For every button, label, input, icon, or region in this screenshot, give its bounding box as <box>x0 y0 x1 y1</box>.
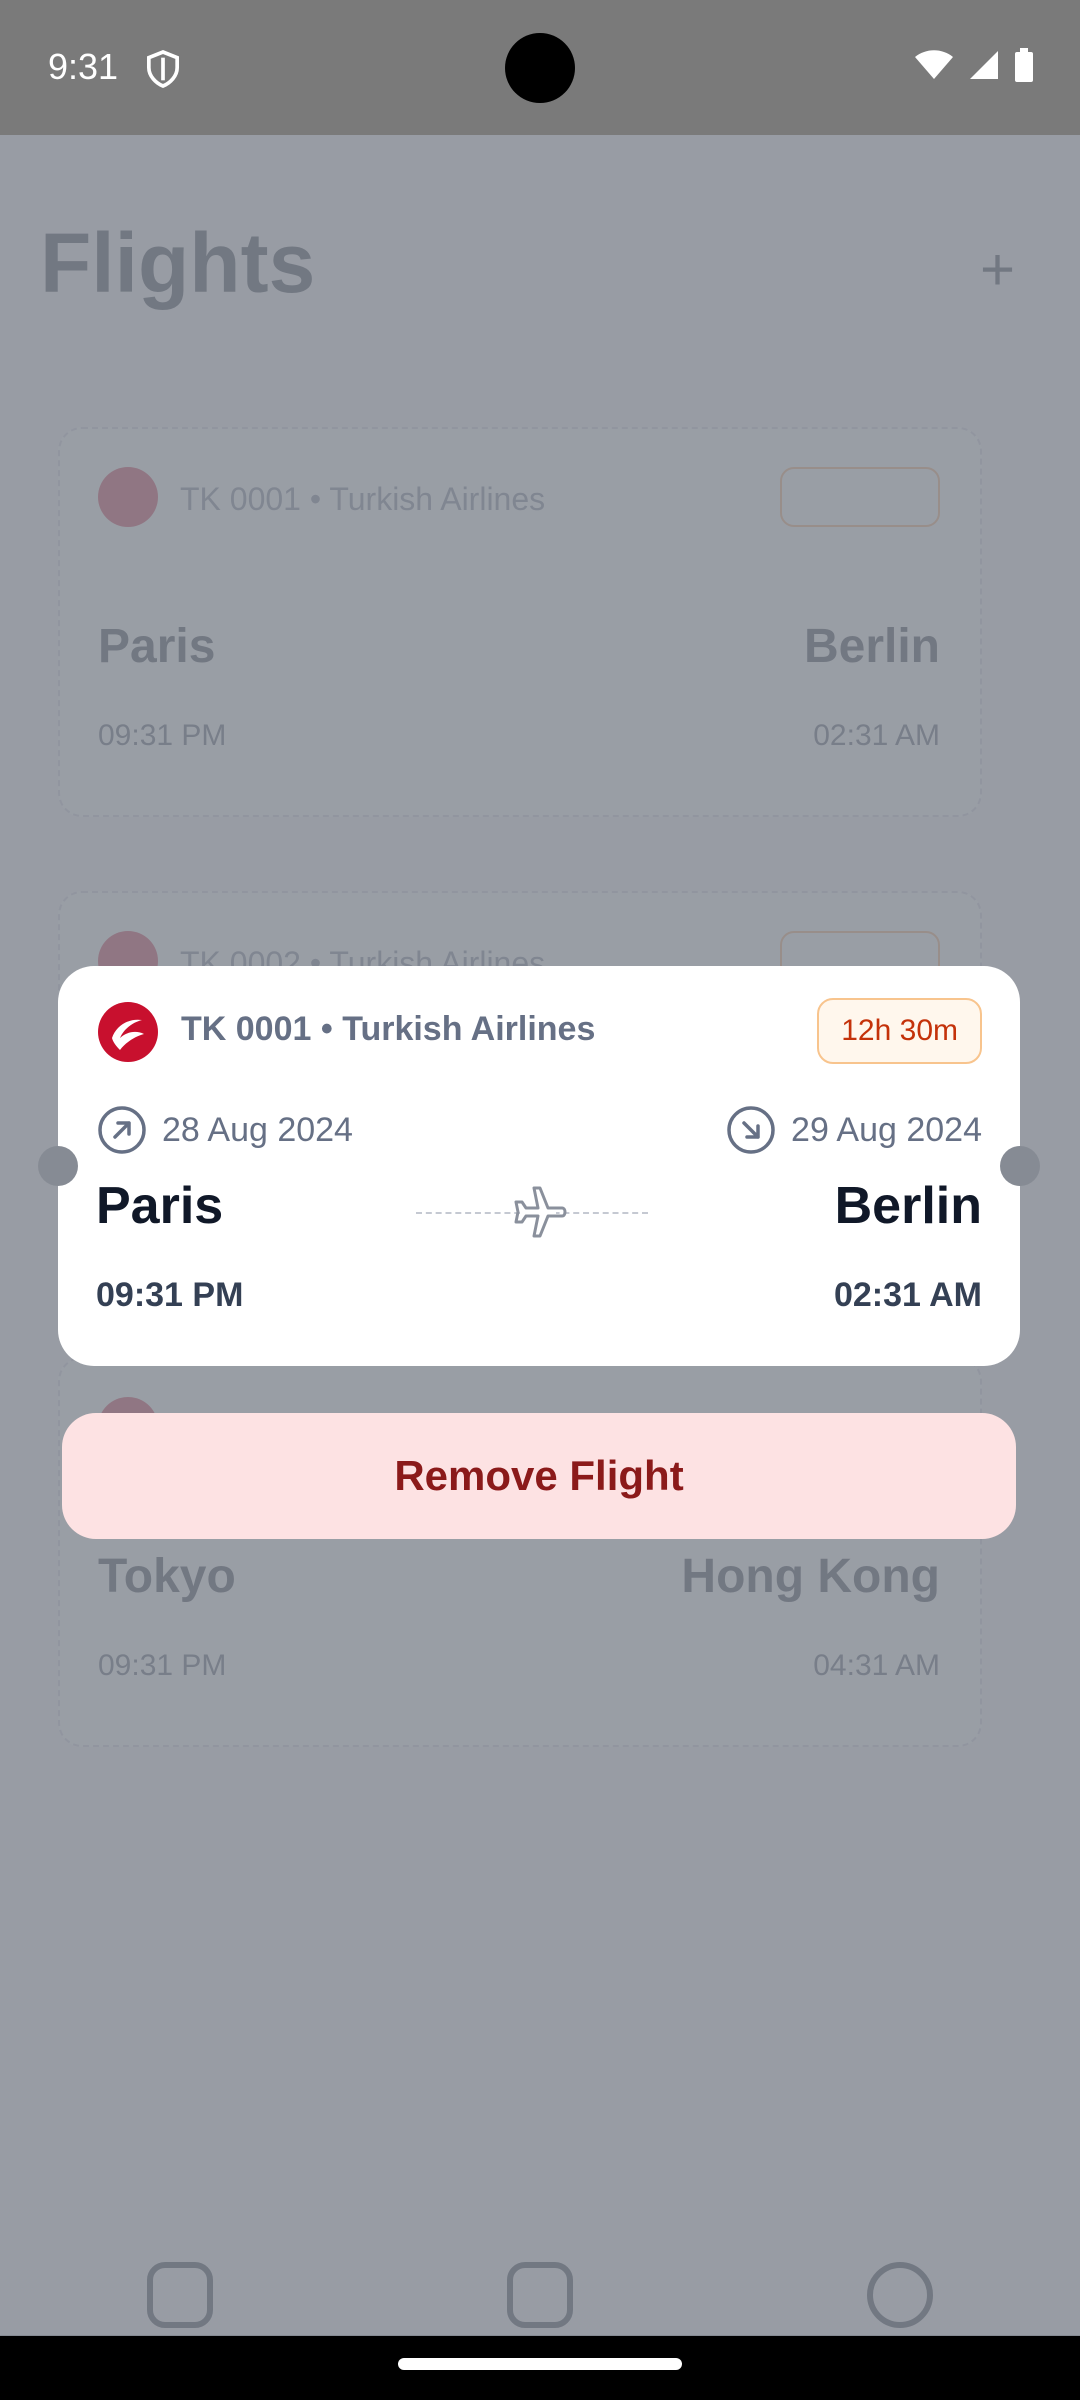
arrival-time: 02:31 AM <box>833 1276 982 1314</box>
status-icons <box>914 48 1034 82</box>
home-gesture-handle[interactable] <box>398 2358 682 2370</box>
departure-date-row: 28 Aug 2024 <box>96 1104 353 1156</box>
camera-cutout <box>505 33 575 103</box>
airplane-icon <box>514 1186 567 1238</box>
remove-flight-button[interactable]: Remove Flight <box>62 1413 1016 1539</box>
wifi-icon <box>915 50 953 79</box>
from-city: Paris <box>96 1177 224 1235</box>
duration-badge: 12h 30m <box>817 998 982 1064</box>
shield-icon <box>146 50 180 88</box>
airline-logo-icon <box>98 1002 158 1062</box>
status-bar: 9:31 <box>0 0 1080 135</box>
flight-number-airline: TK 0001 • Turkish Airlines <box>181 1010 596 1048</box>
signal-icon <box>970 51 998 79</box>
ticket-notch <box>1000 1146 1040 1186</box>
ticket-notch <box>38 1146 78 1186</box>
arrival-date: 29 Aug 2024 <box>791 1110 982 1149</box>
status-time: 9:31 <box>48 46 119 87</box>
battery-icon <box>1015 48 1033 82</box>
departure-time: 09:31 PM <box>96 1276 244 1314</box>
arrival-arrow-icon <box>727 1106 775 1154</box>
departure-arrow-icon <box>98 1106 146 1154</box>
arrival-date-row: 29 Aug 2024 <box>725 1104 982 1156</box>
navigation-bar <box>0 2336 1080 2400</box>
to-city: Berlin <box>834 1177 982 1235</box>
departure-date: 28 Aug 2024 <box>162 1110 353 1149</box>
flight-card: TK 0001 • Turkish Airlines 12h 30m 28 Au… <box>38 966 1040 1366</box>
